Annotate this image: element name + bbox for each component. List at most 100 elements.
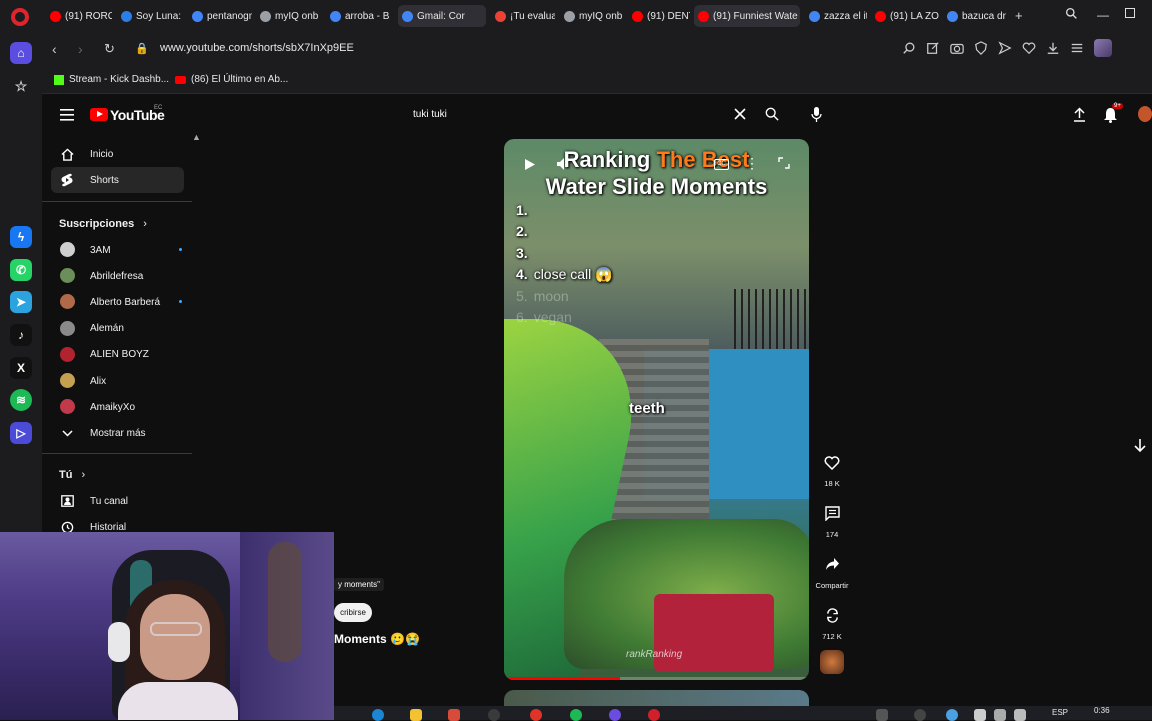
- play-icon[interactable]: [524, 158, 536, 171]
- opera-taskbar-icon[interactable]: [648, 709, 660, 721]
- restore-icon[interactable]: [1125, 8, 1135, 18]
- search-icon[interactable]: [765, 107, 779, 121]
- download-icon[interactable]: [1046, 41, 1060, 55]
- spotify-taskbar-icon[interactable]: [570, 709, 582, 721]
- subscription-item[interactable]: 3AM: [51, 237, 184, 263]
- opera-logo-icon[interactable]: [11, 8, 29, 26]
- share-action[interactable]: Compartir: [812, 549, 852, 590]
- tiktok-icon[interactable]: ♪: [10, 324, 32, 346]
- subscription-item[interactable]: Abrildefresa: [51, 263, 184, 289]
- search-input[interactable]: tuki tuki: [413, 109, 447, 120]
- obs-icon[interactable]: [488, 709, 500, 721]
- browser-tab[interactable]: pentanogr: [188, 5, 252, 27]
- bookmark-kick[interactable]: Stream - Kick Dashb...: [54, 74, 169, 85]
- video-progress-bar[interactable]: [504, 677, 809, 680]
- menu-icon[interactable]: [1070, 41, 1084, 55]
- new-tab-button[interactable]: +: [1015, 8, 1023, 23]
- store-icon[interactable]: [448, 709, 460, 721]
- upload-icon[interactable]: [1073, 107, 1086, 122]
- tray-icons[interactable]: [914, 709, 926, 721]
- browser-tab[interactable]: Gmail: Cor: [398, 5, 486, 27]
- browser-tab[interactable]: myIQ onb: [560, 5, 624, 27]
- whatsapp-icon[interactable]: ✆: [10, 259, 32, 281]
- hamburger-icon[interactable]: [60, 109, 74, 121]
- youtube-logo-icon[interactable]: [90, 108, 108, 121]
- browser-tab[interactable]: zazza el it: [805, 5, 867, 27]
- profile-avatar[interactable]: [1094, 39, 1112, 57]
- browser-tab[interactable]: bazuca dr: [943, 5, 1007, 27]
- url-field[interactable]: www.youtube.com/shorts/sbX7InXp9EE: [160, 42, 354, 54]
- find-icon[interactable]: [902, 41, 916, 55]
- sidebar-item-shorts[interactable]: Shorts: [51, 167, 184, 193]
- twitch-icon[interactable]: [609, 709, 621, 721]
- share-icon[interactable]: [817, 549, 847, 579]
- subscribe-button[interactable]: cribirse: [334, 603, 372, 622]
- browser-tab[interactable]: Soy Luna:: [117, 5, 183, 27]
- fullscreen-icon[interactable]: [778, 157, 790, 169]
- video-title[interactable]: Moments 🥲😭: [334, 632, 420, 646]
- notifications-icon[interactable]: [1103, 107, 1118, 123]
- clock[interactable]: 0:36: [1094, 706, 1110, 715]
- spotify-icon[interactable]: ≋: [10, 389, 32, 411]
- scroll-up-icon[interactable]: ▲: [192, 132, 201, 142]
- language-indicator[interactable]: ESP: [1052, 708, 1068, 717]
- tray-app-icon[interactable]: [946, 709, 958, 721]
- subscriptions-heading[interactable]: Suscripciones ›: [59, 218, 147, 230]
- player-icon[interactable]: ▷: [10, 422, 32, 444]
- bookmark-youtube[interactable]: (86) El Último en Ab...: [175, 74, 288, 85]
- captions-icon[interactable]: CC: [714, 159, 729, 170]
- sound-thumbnail[interactable]: [820, 650, 844, 674]
- x-icon[interactable]: X: [10, 357, 32, 379]
- show-more-button[interactable]: Mostrar más: [51, 420, 184, 446]
- browser-tab[interactable]: arroba - B: [326, 5, 394, 27]
- shield-icon[interactable]: [974, 41, 988, 55]
- volume-icon[interactable]: [556, 157, 571, 171]
- forward-icon[interactable]: ›: [78, 41, 83, 57]
- like-action[interactable]: 18 K: [816, 447, 848, 488]
- edge-icon[interactable]: [372, 709, 384, 721]
- browser-tab[interactable]: (91) LA ZO: [871, 5, 939, 27]
- subscription-item[interactable]: Alix: [51, 368, 184, 394]
- microphone-icon[interactable]: [811, 107, 822, 122]
- browser-tab[interactable]: (91) Funniest Wate: [694, 5, 800, 27]
- browser-tab[interactable]: (91) DENT: [628, 5, 690, 27]
- subscription-item[interactable]: AmaikyXo: [51, 394, 184, 420]
- you-heading[interactable]: Tú ›: [59, 469, 85, 481]
- subscription-item[interactable]: ALIEN BOYZ: [51, 342, 184, 368]
- telegram-icon[interactable]: ➤: [10, 291, 32, 313]
- remix-action[interactable]: 712 K: [816, 600, 848, 641]
- comment-action[interactable]: 174: [816, 498, 848, 539]
- edit-icon[interactable]: [926, 41, 940, 55]
- clear-search-icon[interactable]: [734, 108, 746, 120]
- minimize-icon[interactable]: —: [1097, 8, 1109, 22]
- heart-icon[interactable]: [1022, 41, 1036, 55]
- browser-tab[interactable]: myIQ onb: [256, 5, 322, 27]
- browser-tab[interactable]: ¡Tu evalua: [491, 5, 555, 27]
- more-options-icon[interactable]: ⋮: [745, 155, 759, 172]
- remix-icon[interactable]: [817, 600, 847, 630]
- messenger-icon[interactable]: ϟ: [10, 226, 32, 248]
- next-short-icon[interactable]: [1133, 438, 1147, 453]
- comment-icon[interactable]: [817, 498, 847, 528]
- star-icon[interactable]: ☆: [10, 75, 32, 97]
- chrome-icon[interactable]: [530, 709, 542, 721]
- wifi-icon[interactable]: [994, 709, 1006, 721]
- account-avatar[interactable]: [1138, 106, 1152, 122]
- tray-usb-icon[interactable]: [974, 709, 986, 721]
- subscription-item[interactable]: Alberto Barberá: [51, 289, 184, 315]
- subscription-item[interactable]: Alemán: [51, 316, 184, 342]
- search-tabs-icon[interactable]: [1065, 7, 1078, 20]
- shorts-player[interactable]: Ranking The Best Water Slide Moments 1. 2…: [504, 139, 809, 680]
- next-short-preview[interactable]: [504, 690, 809, 706]
- file-explorer-icon[interactable]: [410, 709, 422, 721]
- home-icon[interactable]: ⌂: [10, 42, 32, 64]
- back-icon[interactable]: ‹: [52, 41, 57, 57]
- speaker-icon[interactable]: [1014, 709, 1026, 721]
- sidebar-item-inicio[interactable]: Inicio: [51, 141, 184, 167]
- reload-icon[interactable]: ↻: [104, 41, 115, 57]
- send-icon[interactable]: [998, 41, 1012, 55]
- like-icon[interactable]: [817, 447, 847, 477]
- camera-icon[interactable]: [950, 41, 964, 55]
- browser-tab[interactable]: (91) RORO: [46, 5, 112, 27]
- keyboard-icon[interactable]: [876, 709, 888, 721]
